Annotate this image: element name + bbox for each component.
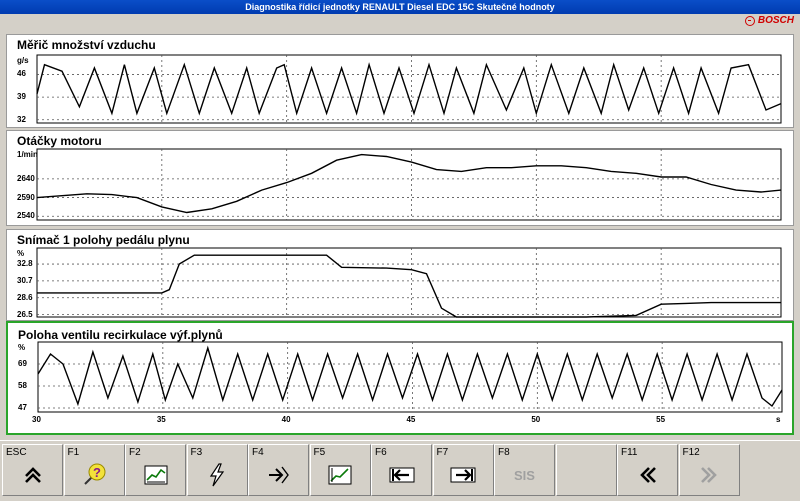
fkey-label: F12 — [682, 447, 700, 458]
fkey-f4[interactable]: F4 — [248, 444, 309, 496]
fkey-f7[interactable]: F7 — [432, 444, 494, 496]
plot-area — [37, 341, 783, 413]
pedal-position-chart[interactable]: Snímač 1 polohy pedálu plynu% 32.8 30.7 28.… — [6, 229, 794, 321]
fkey-label: F11 — [621, 447, 638, 458]
y-tick-label: 46 — [17, 69, 26, 79]
arrow-right-icon — [449, 461, 477, 489]
x-unit-label: s — [776, 415, 781, 424]
plot-frame — [36, 54, 782, 124]
y-tick-label: 30.7 — [17, 275, 33, 285]
svg-text:?: ? — [93, 465, 101, 480]
y-tick-label: 47 — [18, 403, 27, 412]
fkey-label: ESC — [6, 447, 27, 458]
fkey-label: F3 — [190, 447, 203, 458]
y-tick-label: 28.6 — [17, 292, 33, 302]
graph-select-icon — [326, 461, 354, 489]
plot-area — [36, 54, 782, 124]
lightning-icon — [203, 461, 231, 489]
x-tick-label: 35 — [156, 415, 166, 424]
fkey-f3[interactable]: F3 — [186, 444, 248, 496]
fkey-label: F6 — [375, 447, 387, 458]
fkey-esc[interactable]: ESC — [2, 444, 63, 496]
fkey-label: F1 — [67, 447, 80, 458]
y-tick-label: 39 — [17, 92, 26, 102]
double-chevron-right-icon — [695, 461, 723, 489]
y-tick-label: 2640 — [17, 173, 35, 183]
x-tick-label: 30 — [32, 415, 41, 424]
fkey-label: F5 — [313, 447, 326, 458]
fkey-f12[interactable]: F12 — [678, 444, 740, 496]
arrow-left-icon — [388, 461, 416, 489]
plot-area — [36, 247, 782, 318]
y-tick-label: 26.5 — [17, 309, 33, 319]
window-title: Diagnostika řídicí jednotky RENAULT Dies… — [0, 0, 800, 14]
air-mass-chart[interactable]: Měřič množství vzduchu g/s 46 39 32 — [6, 34, 794, 128]
fkey-empty — [555, 444, 617, 496]
bosch-logo: BOSCH — [744, 15, 794, 26]
y-tick-label: 2540 — [17, 211, 35, 221]
enter-arrow-icon — [265, 461, 293, 489]
fkey-f6[interactable]: F6 — [371, 444, 432, 496]
plot-frame — [36, 247, 782, 318]
fkey-f8[interactable]: F8 SIS — [494, 444, 555, 496]
double-chevron-up-icon — [19, 461, 47, 489]
help-icon: ? — [80, 461, 108, 489]
x-tick-label: 45 — [406, 415, 416, 424]
y-tick-label: 69 — [18, 359, 27, 368]
x-tick-label: 40 — [281, 415, 291, 424]
fkey-label: F2 — [129, 447, 141, 458]
brand-name: BOSCH — [757, 15, 794, 26]
sis-icon: SIS — [514, 467, 535, 483]
x-tick-label: 55 — [656, 415, 666, 424]
y-tick-label: 58 — [18, 381, 27, 390]
double-chevron-left-icon — [634, 461, 662, 489]
brand-bar: BOSCH — [0, 14, 800, 30]
bosch-armature-icon — [744, 15, 755, 26]
y-tick-label: 32 — [17, 114, 26, 124]
x-tick-label: 50 — [531, 415, 541, 424]
plot-area — [36, 148, 782, 221]
fkey-label: F7 — [436, 447, 449, 458]
plot-frame — [36, 148, 782, 221]
y-tick-label: 32.8 — [17, 259, 33, 269]
fkey-f11[interactable]: F11 — [617, 444, 678, 496]
engine-rpm-chart[interactable]: Otáčky motoru 1/min 2640 2590 2540 — [6, 130, 794, 226]
egr-valve-chart[interactable]: Poloha ventilu recirkulace výf.plynů% 69 5… — [6, 321, 794, 435]
fkey-f5[interactable]: F5 — [309, 444, 371, 496]
graph-icon — [142, 461, 170, 489]
y-tick-label: 2590 — [17, 192, 35, 202]
fkey-f2[interactable]: F2 — [125, 444, 186, 496]
fkey-label: F8 — [498, 447, 510, 458]
fkey-f1[interactable]: F1? — [63, 444, 125, 496]
fkey-label: F4 — [252, 447, 264, 458]
